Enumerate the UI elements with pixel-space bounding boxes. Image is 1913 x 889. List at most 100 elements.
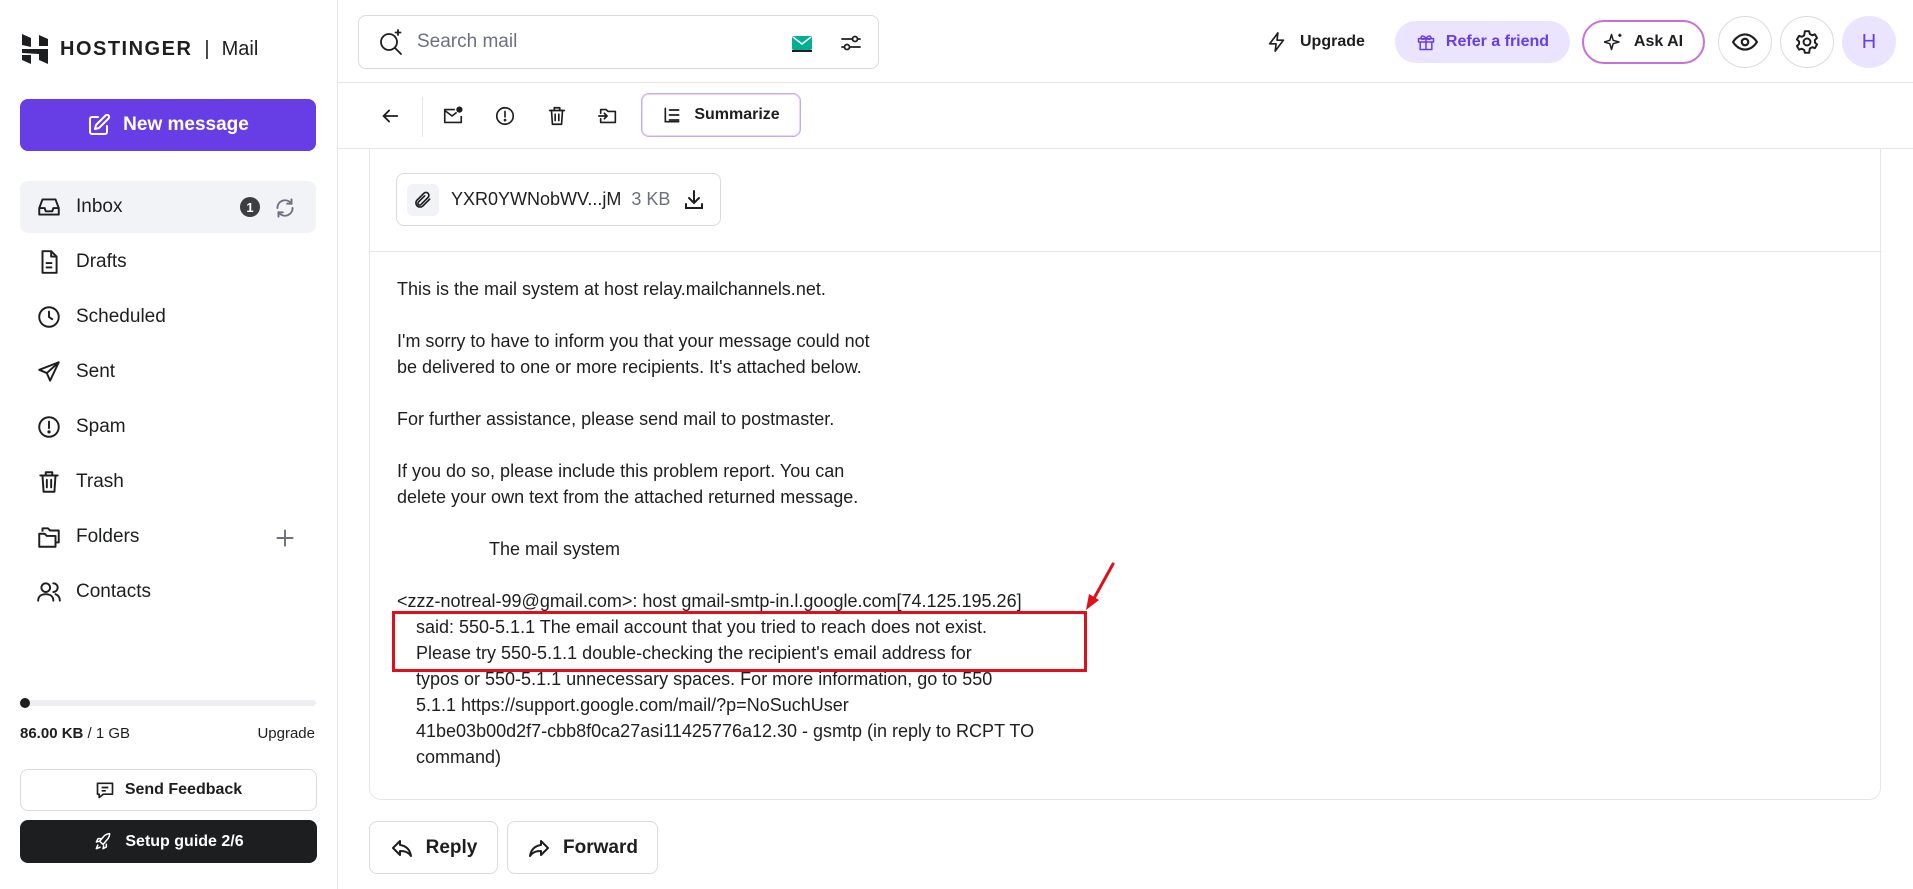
toolbar-divider bbox=[422, 97, 423, 137]
email-body: This is the mail system at host relay.ma… bbox=[397, 276, 1177, 796]
summarize-label: Summarize bbox=[694, 106, 780, 123]
sidebar-item-label: Scheduled bbox=[76, 306, 166, 327]
move-to-button[interactable] bbox=[593, 101, 623, 131]
setup-guide-button[interactable]: Setup guide 2/6 bbox=[20, 820, 317, 863]
sidebar-item-label: Sent bbox=[76, 361, 116, 382]
move-folder-icon bbox=[598, 108, 617, 124]
sidebar-item-label: Spam bbox=[76, 416, 126, 437]
back-button[interactable] bbox=[375, 101, 405, 131]
message-toolbar: Summarize bbox=[338, 83, 1913, 149]
upgrade-button[interactable]: Upgrade bbox=[1266, 21, 1365, 63]
alert-icon bbox=[38, 416, 60, 438]
attachments-section: YXR0YWNobWV...jM 3 KB bbox=[370, 149, 1882, 252]
filter-settings-icon[interactable] bbox=[839, 31, 863, 55]
setup-guide-label: Setup guide 2/6 bbox=[125, 832, 244, 850]
list-icon bbox=[664, 107, 680, 123]
brand-product: Mail bbox=[221, 37, 259, 60]
attachment-name: YXR0YWNobWV...jM bbox=[451, 189, 622, 209]
refresh-icon[interactable] bbox=[272, 195, 298, 221]
sidebar-nav: Inbox 1 Drafts Scheduled Sent Spam Trash… bbox=[20, 181, 316, 621]
mail-unread-icon bbox=[443, 106, 463, 124]
storage-total: / 1 GB bbox=[87, 725, 131, 742]
body-paragraph: I'm sorry to have to inform you that you… bbox=[397, 328, 1177, 380]
email-view: YXR0YWNobWV...jM 3 KB This is the mail s… bbox=[369, 149, 1882, 800]
brand-name: HOSTINGER bbox=[60, 37, 193, 60]
error-line: command) bbox=[416, 747, 502, 767]
add-folder-icon[interactable] bbox=[272, 525, 298, 551]
storage-used: 86.00 KB bbox=[20, 725, 84, 742]
sidebar-item-folders[interactable]: Folders bbox=[20, 511, 316, 563]
sidebar-item-scheduled[interactable]: Scheduled bbox=[20, 291, 316, 343]
storage-progress-fill bbox=[20, 698, 30, 708]
summarize-button[interactable]: Summarize bbox=[641, 93, 801, 137]
send-feedback-button[interactable]: Send Feedback bbox=[20, 769, 317, 811]
sidebar-item-sent[interactable]: Sent bbox=[20, 346, 316, 398]
brand-logo-area[interactable]: HOSTINGER | Mail bbox=[20, 32, 258, 66]
forward-button[interactable]: Forward bbox=[507, 821, 658, 874]
download-icon[interactable] bbox=[682, 188, 706, 212]
body-line: This is the mail system at host relay.ma… bbox=[397, 279, 826, 299]
settings-button[interactable] bbox=[1780, 16, 1834, 68]
unread-count-badge: 1 bbox=[240, 197, 260, 217]
error-line: 5.1.1 https://support.google.com/mail/?p… bbox=[416, 695, 849, 715]
draft-icon bbox=[41, 250, 58, 274]
lightning-icon bbox=[1268, 32, 1285, 52]
forward-icon bbox=[529, 839, 550, 857]
new-message-button[interactable]: New message bbox=[20, 99, 316, 151]
sidebar-item-drafts[interactable]: Drafts bbox=[20, 236, 316, 288]
sidebar-item-contacts[interactable]: Contacts bbox=[20, 566, 316, 618]
storage-usage: 86.00 KB / 1 GB bbox=[20, 725, 130, 742]
attachment-chip[interactable]: YXR0YWNobWV...jM 3 KB bbox=[396, 173, 721, 226]
paperclip-icon bbox=[415, 191, 431, 208]
sidebar-item-label: Contacts bbox=[76, 581, 151, 602]
body-line: be delivered to one or more recipients. … bbox=[397, 357, 862, 377]
search-bar[interactable] bbox=[358, 15, 879, 69]
inbox-icon bbox=[38, 198, 60, 216]
rocket-icon bbox=[95, 832, 111, 849]
storage-upgrade-link[interactable]: Upgrade bbox=[257, 725, 315, 742]
ask-ai-label: Ask AI bbox=[1633, 33, 1684, 50]
refer-friend-button[interactable]: Refer a friend bbox=[1395, 21, 1570, 63]
error-line: said: 550-5.1.1 The email account that y… bbox=[416, 617, 988, 637]
sidebar: HOSTINGER | Mail New message Inbox 1 Dra… bbox=[0, 0, 338, 889]
body-paragraph: For further assistance, please send mail… bbox=[397, 406, 1177, 432]
sidebar-item-label: Trash bbox=[76, 471, 124, 492]
error-line: typos or 550-5.1.1 unnecessary spaces. F… bbox=[416, 669, 993, 689]
attachment-icon-box bbox=[407, 183, 439, 216]
search-ai-icon bbox=[380, 29, 402, 55]
sidebar-item-trash[interactable]: Trash bbox=[20, 456, 316, 508]
folders-icon bbox=[38, 527, 60, 548]
body-paragraph: If you do so, please include this proble… bbox=[397, 458, 1177, 510]
eye-icon bbox=[1732, 33, 1758, 51]
send-icon bbox=[38, 361, 60, 382]
forward-label: Forward bbox=[563, 836, 638, 858]
reply-label: Reply bbox=[425, 836, 478, 858]
user-avatar[interactable]: H bbox=[1842, 16, 1896, 68]
error-report: <zzz-notreal-99@gmail.com>: host gmail-s… bbox=[397, 588, 1177, 770]
mail-filter-icon[interactable] bbox=[791, 32, 813, 54]
sidebar-item-spam[interactable]: Spam bbox=[20, 401, 316, 453]
trash-icon bbox=[548, 106, 566, 126]
sidebar-item-inbox[interactable]: Inbox 1 bbox=[20, 181, 316, 233]
error-line: Please try 550-5.1.1 double-checking the… bbox=[416, 643, 972, 663]
search-input[interactable] bbox=[417, 31, 747, 53]
ask-ai-button[interactable]: Ask AI bbox=[1582, 20, 1705, 64]
storage-progress-bar bbox=[20, 698, 316, 708]
mark-unread-button[interactable] bbox=[438, 101, 468, 131]
brand-separator: | bbox=[204, 37, 210, 60]
hostinger-logo-icon bbox=[22, 34, 48, 64]
upgrade-label: Upgrade bbox=[1300, 33, 1365, 50]
sidebar-item-label: Drafts bbox=[76, 251, 127, 272]
reply-button[interactable]: Reply bbox=[369, 821, 498, 874]
reply-icon bbox=[391, 839, 412, 857]
body-line: delete your own text from the attached r… bbox=[397, 487, 859, 507]
trash-icon bbox=[39, 471, 59, 493]
delete-button[interactable] bbox=[542, 101, 572, 131]
error-line: <zzz-notreal-99@gmail.com>: host gmail-s… bbox=[397, 591, 1022, 611]
report-spam-button[interactable] bbox=[490, 101, 520, 131]
attachment-size: 3 KB bbox=[631, 189, 671, 209]
preview-toggle-button[interactable] bbox=[1718, 16, 1772, 68]
top-bar: Upgrade Refer a friend Ask AI H bbox=[338, 0, 1913, 83]
alert-circle-icon bbox=[495, 106, 515, 126]
gear-icon bbox=[1795, 30, 1819, 54]
